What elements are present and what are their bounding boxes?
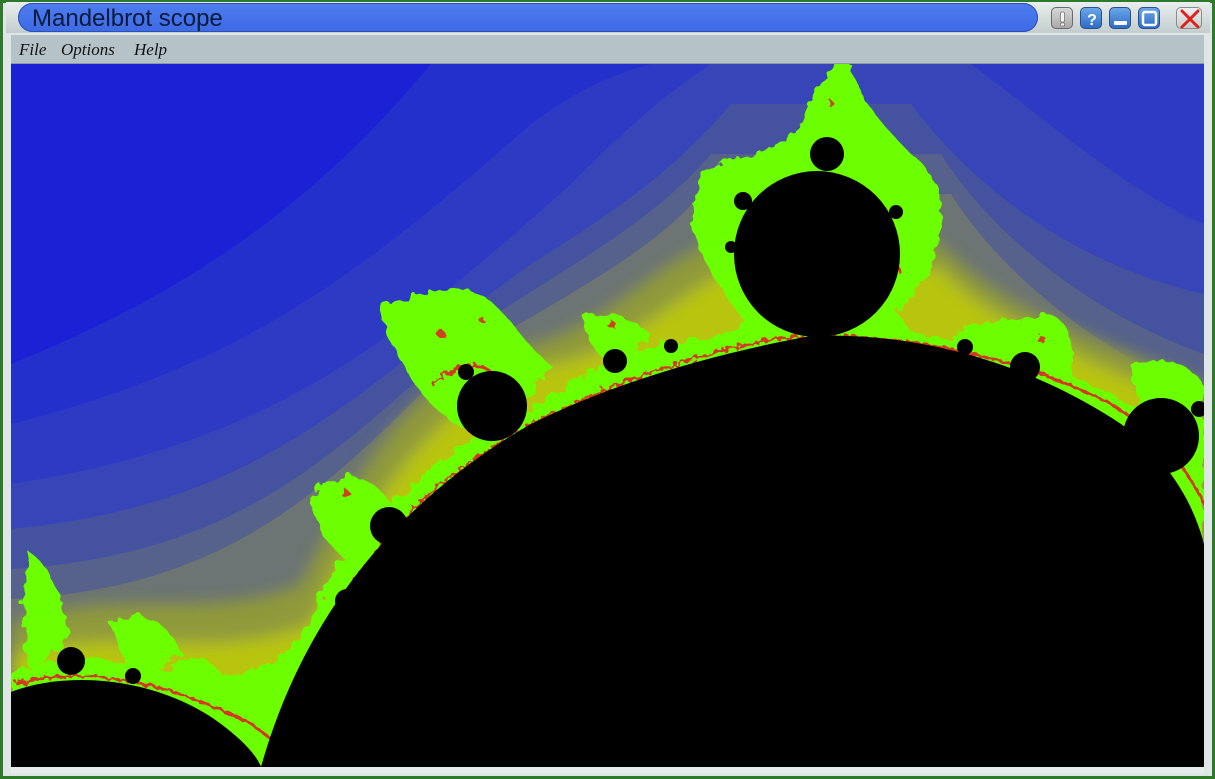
menu-bar: File Options Help <box>11 35 1204 64</box>
menu-file[interactable]: File <box>19 35 46 63</box>
question-icon: ? <box>1087 12 1097 29</box>
alert-button[interactable] <box>1051 7 1073 29</box>
minimize-icon <box>1114 21 1127 25</box>
window-title: Mandelbrot scope <box>32 5 223 32</box>
minimize-button[interactable] <box>1109 7 1131 29</box>
fractal-canvas[interactable] <box>11 64 1204 767</box>
menu-options[interactable]: Options <box>61 35 115 63</box>
svg-text:?: ? <box>1087 12 1097 29</box>
menu-help[interactable]: Help <box>134 35 167 63</box>
close-icon <box>1180 9 1200 29</box>
maximize-button[interactable] <box>1138 7 1160 29</box>
help-button[interactable]: ? <box>1080 7 1102 29</box>
status-strip <box>11 767 1204 773</box>
mandelbrot-render <box>11 64 1204 767</box>
close-button[interactable] <box>1176 7 1202 29</box>
exclamation-icon <box>1060 11 1065 27</box>
maximize-icon <box>1141 10 1158 27</box>
title-bar[interactable]: Mandelbrot scope ? <box>6 2 1210 33</box>
